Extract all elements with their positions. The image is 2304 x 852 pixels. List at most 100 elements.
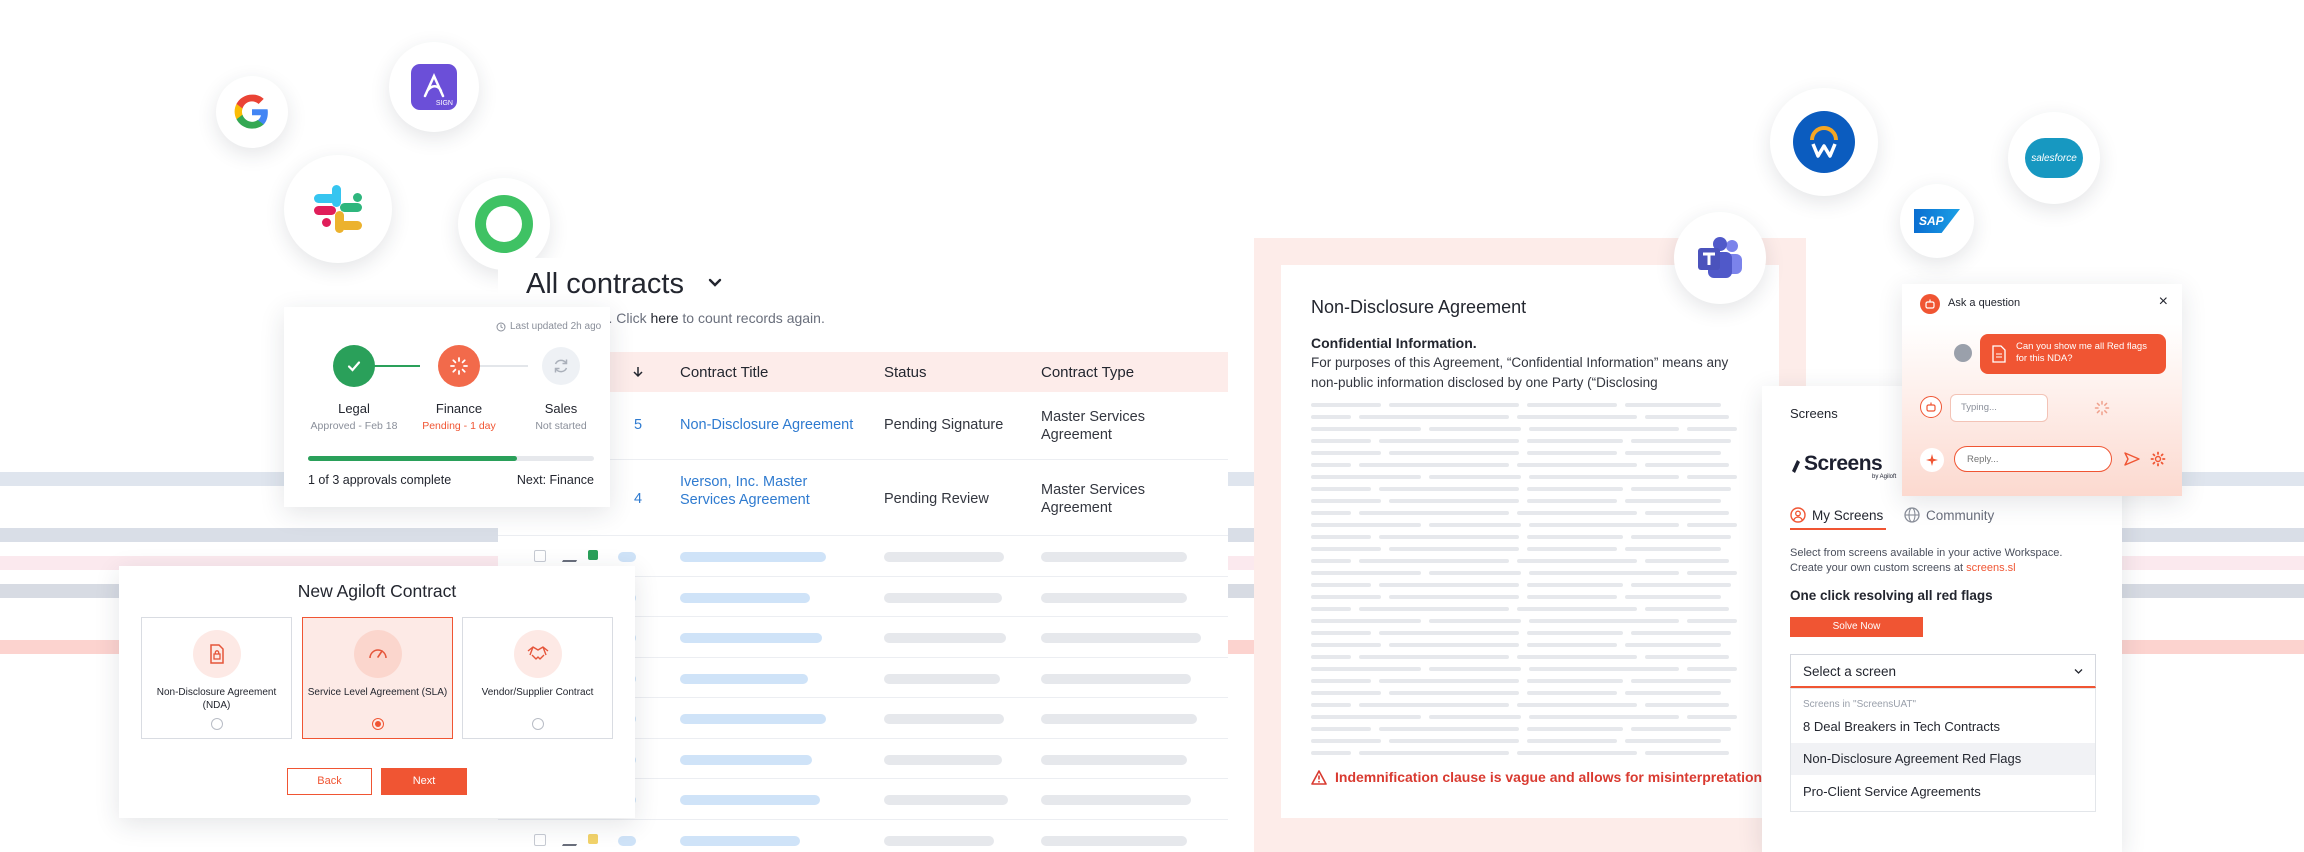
text-line-placeholder <box>1529 619 1679 623</box>
skeleton-bar <box>680 633 822 643</box>
warning-text: Indemnification clause is vague and allo… <box>1335 769 1763 785</box>
text-line-placeholder <box>1625 403 1721 407</box>
approval-progress-fill <box>308 456 517 461</box>
text-line-placeholder <box>1517 655 1637 659</box>
text-line-placeholder <box>1527 499 1617 503</box>
text-line-placeholder <box>1359 511 1509 515</box>
text-line-placeholder <box>1429 619 1521 623</box>
approval-progress-track <box>308 456 594 461</box>
text-line-placeholder <box>1631 727 1731 731</box>
column-header-title[interactable]: Contract Title <box>680 364 768 381</box>
skeleton-bar <box>680 835 800 846</box>
text-line-placeholder <box>1389 643 1519 647</box>
option-vendor[interactable]: Vendor/Supplier Contract <box>462 617 613 739</box>
skeleton-bar <box>1041 592 1187 603</box>
option-radio[interactable] <box>531 718 544 730</box>
skeleton-bar <box>680 673 808 684</box>
refresh-icon <box>554 359 568 373</box>
row-id[interactable]: 4 <box>634 490 642 508</box>
text-line-placeholder <box>1311 739 1381 743</box>
option-label: Non-Disclosure Agreement (NDA) <box>156 687 277 711</box>
text-line-placeholder <box>1527 727 1623 731</box>
text-line-placeholder <box>1687 715 1737 719</box>
skeleton-bar <box>1041 552 1187 562</box>
typing-indicator: Typing... <box>1950 394 2048 422</box>
column-header-status[interactable]: Status <box>884 364 927 381</box>
chevron-down-icon[interactable] <box>706 274 724 292</box>
dropdown-option[interactable]: 8 Deal Breakers in Tech Contracts <box>1791 711 2095 743</box>
row-title-link[interactable]: Iverson, Inc. Master Services Agreement <box>680 473 810 509</box>
dialog-title: New Agiloft Contract <box>297 581 457 601</box>
dropdown-option[interactable]: Pro-Client Service Agreements <box>1791 776 2095 808</box>
solve-now-button[interactable]: Solve Now <box>1790 617 1923 637</box>
screens-site-link[interactable]: screens.sl <box>1966 562 2016 574</box>
text-line-placeholder <box>1529 523 1679 527</box>
column-header-type[interactable]: Contract Type <box>1041 364 1134 381</box>
text-line-placeholder <box>1311 751 1351 755</box>
settings-gear-icon[interactable] <box>2150 451 2166 467</box>
text-line-placeholder <box>1359 607 1509 611</box>
row-checkbox[interactable] <box>534 550 546 562</box>
tab-my-screens[interactable]: My Screens <box>1790 507 1883 523</box>
close-icon[interactable]: × <box>2159 293 2168 311</box>
user-avatar <box>1954 344 1972 362</box>
dropdown-option-highlighted[interactable]: Non-Disclosure Agreement Red Flags <box>1791 743 2095 775</box>
text-line-placeholder <box>1311 523 1421 527</box>
text-line-placeholder <box>1527 643 1617 647</box>
sort-arrow-icon[interactable] <box>632 366 644 378</box>
last-updated-text: Last updated 2h ago <box>510 321 602 332</box>
edit-pencil-icon[interactable] <box>561 831 585 846</box>
red-flag-warning[interactable]: Indemnification clause is vague and allo… <box>1311 769 1762 785</box>
back-button[interactable]: Back <box>287 768 372 795</box>
text-line-placeholder <box>1429 715 1521 719</box>
next-button[interactable]: Next <box>381 768 467 795</box>
send-icon[interactable] <box>2124 452 2140 466</box>
new-contract-dialog: New Agiloft Contract Non-Disclosure Agre… <box>119 566 635 818</box>
row-checkbox[interactable] <box>534 833 546 846</box>
screens-logo-text: Screens <box>1804 452 1883 475</box>
adobe-sign-logo: SIGN <box>389 42 479 132</box>
option-radio-selected[interactable] <box>371 718 384 730</box>
screen-select-value: Select a screen <box>1803 664 1897 679</box>
text-line-placeholder <box>1379 535 1519 539</box>
text-line-placeholder <box>1311 643 1381 647</box>
screens-heading: One click resolving all red flags <box>1790 588 1993 603</box>
text-line-placeholder <box>1527 679 1623 683</box>
salesforce-label: salesforce <box>2031 152 2077 164</box>
text-line-placeholder <box>1527 691 1617 695</box>
document-icon <box>1992 345 2006 363</box>
text-line-placeholder <box>1529 475 1679 479</box>
next-approver-text: Next: Finance <box>516 473 594 487</box>
text-line-placeholder <box>1311 499 1381 503</box>
user-circle-icon <box>475 195 533 253</box>
skeleton-bar <box>618 552 636 562</box>
row-title-link[interactable]: Non-Disclosure Agreement <box>680 416 853 434</box>
text-line-placeholder <box>1379 727 1519 731</box>
warning-icon <box>1311 769 1327 785</box>
text-line-placeholder <box>1529 715 1679 719</box>
screen-select[interactable]: Select a screen <box>1790 654 2096 688</box>
tab-community[interactable]: Community <box>1904 507 1994 523</box>
count-records-link[interactable]: here <box>651 310 679 326</box>
edit-pencil-icon[interactable] <box>561 548 585 562</box>
chat-body: Can you show me all Red flags for this N… <box>1902 324 2182 496</box>
text-line-placeholder <box>1359 703 1509 707</box>
text-line-placeholder <box>1311 571 1421 575</box>
option-radio[interactable] <box>210 718 223 730</box>
row-id[interactable]: 5 <box>634 416 642 434</box>
reply-input[interactable] <box>1954 446 2112 472</box>
text-line-placeholder <box>1359 415 1509 419</box>
option-label: Vendor/Supplier Contract <box>481 687 594 698</box>
record-count-suffix: to count records again. <box>678 310 825 326</box>
salesforce-icon: salesforce <box>2025 138 2083 178</box>
text-line-placeholder <box>1527 535 1623 539</box>
screens-logo-icon <box>1792 460 1800 473</box>
tab-label: Community <box>1926 507 1995 523</box>
option-sla[interactable]: Service Level Agreement (SLA) <box>302 617 453 739</box>
text-line-placeholder <box>1311 415 1351 419</box>
option-nda[interactable]: Non-Disclosure Agreement (NDA) <box>141 617 292 739</box>
skeleton-bar <box>680 592 810 603</box>
sap-icon: SAP <box>1914 209 1960 233</box>
google-icon <box>234 94 268 129</box>
text-line-placeholder <box>1311 607 1351 611</box>
